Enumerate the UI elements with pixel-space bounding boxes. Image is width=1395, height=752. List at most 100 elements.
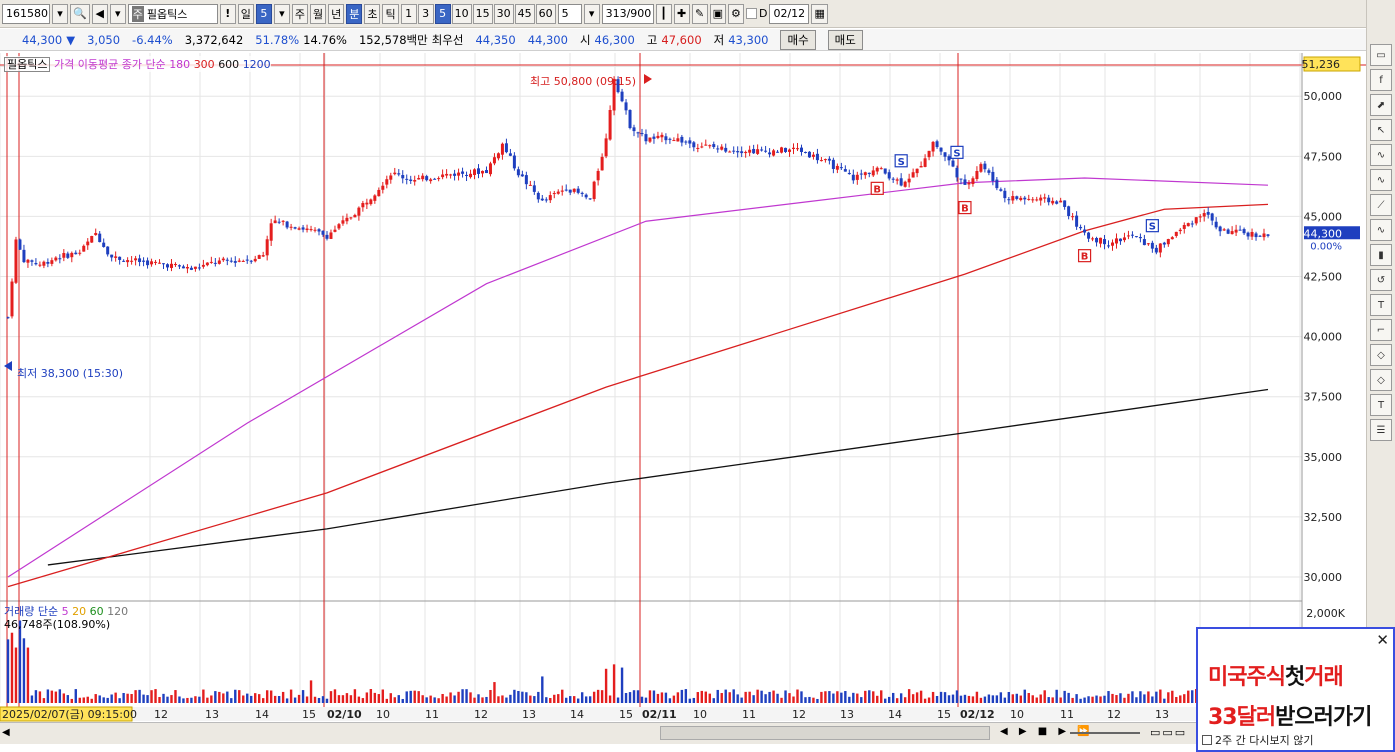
- volume-bar: [74, 689, 77, 703]
- scroll-thumb[interactable]: [660, 726, 990, 740]
- label-icon[interactable]: T: [1370, 394, 1392, 416]
- candle-body: [110, 254, 114, 258]
- interval-dropdown[interactable]: ▾: [583, 3, 600, 24]
- volume-bar: [505, 697, 508, 703]
- candle-body: [114, 256, 118, 258]
- stock-name-field[interactable]: 주 필옵틱스: [127, 3, 218, 24]
- candle-body: [867, 172, 871, 174]
- price-legend: 필옵틱스 가격 이동평균 종가 단순 180 300 600 1200: [4, 56, 271, 72]
- candle-body: [1039, 197, 1043, 201]
- view-buttons[interactable]: ▭▭▭: [1150, 726, 1187, 739]
- pen-icon: ✎: [694, 7, 705, 20]
- crosshair-button[interactable]: ✚: [673, 3, 690, 24]
- corner-icon[interactable]: ⌐: [1370, 319, 1392, 341]
- candle-body: [321, 230, 325, 235]
- rotate-icon[interactable]: ↺: [1370, 269, 1392, 291]
- code-dropdown-button[interactable]: ▾: [52, 3, 68, 24]
- legend-stock-name[interactable]: 필옵틱스: [4, 57, 51, 72]
- volume-bar: [752, 695, 755, 703]
- candle-body: [752, 148, 756, 154]
- interval-3[interactable]: 3: [417, 3, 434, 24]
- speaker-button[interactable]: ◀: [91, 3, 108, 24]
- scroll-left-icon[interactable]: ◀: [2, 727, 10, 738]
- volume-bar: [361, 698, 365, 703]
- volume-bar: [732, 689, 735, 703]
- volume-bar: [844, 691, 847, 703]
- interval-45[interactable]: 45: [514, 3, 535, 24]
- signal-label: B: [1081, 252, 1089, 263]
- indicator-icon[interactable]: ⬈: [1370, 94, 1392, 116]
- stock-code-field[interactable]: 161580: [2, 3, 50, 24]
- date-label: D: [758, 7, 768, 20]
- candle-body: [823, 159, 827, 161]
- save-button[interactable]: ▣: [709, 3, 726, 24]
- candle-body: [716, 148, 720, 150]
- bar-count-field[interactable]: 313/900: [601, 3, 654, 24]
- date-checkbox[interactable]: [745, 8, 757, 19]
- candle-icon[interactable]: ▮: [1370, 244, 1392, 266]
- candle-body: [1079, 226, 1083, 229]
- chart-scrollbar[interactable]: ◀ ◀ ▶ ■ ▶ ⏩ ▭▭▭: [0, 722, 1196, 744]
- x-tick-label: 14: [255, 708, 269, 721]
- x-tick-label: 10: [376, 708, 390, 721]
- interval-60[interactable]: 60: [535, 3, 556, 24]
- formula-icon[interactable]: f: [1370, 69, 1392, 91]
- eraser-all-icon[interactable]: ◇: [1370, 369, 1392, 391]
- candle-body: [692, 142, 696, 148]
- candle-type-button[interactable]: ┃: [655, 3, 672, 24]
- eraser-icon[interactable]: ◇: [1370, 344, 1392, 366]
- volume-bar: [401, 698, 404, 703]
- interval-input[interactable]: 5: [557, 3, 582, 24]
- interval-15[interactable]: 15: [472, 3, 493, 24]
- legend-ma600: 600: [218, 58, 240, 71]
- auto-line-icon[interactable]: ⟋: [1370, 194, 1392, 216]
- search-button[interactable]: 🔍: [70, 3, 90, 24]
- candle-icon: ┃: [660, 7, 667, 20]
- wave-icon[interactable]: ∿: [1370, 219, 1392, 241]
- window-icon[interactable]: ▭: [1370, 44, 1392, 66]
- close-icon[interactable]: ✕: [1376, 631, 1389, 649]
- pointer-icon[interactable]: ↖: [1370, 119, 1392, 141]
- volume-bar: [14, 647, 18, 703]
- period-second[interactable]: 초: [364, 3, 381, 24]
- line-icon[interactable]: ∿: [1370, 169, 1392, 191]
- sell-button[interactable]: 매도: [827, 29, 863, 50]
- candle-body: [1254, 233, 1258, 238]
- y-tick-label: 45,000: [1304, 210, 1343, 223]
- date-field[interactable]: 02/12: [769, 3, 810, 24]
- interval-30[interactable]: 30: [493, 3, 514, 24]
- settings-button[interactable]: ⚙: [727, 3, 744, 24]
- volume-bar: [186, 697, 189, 703]
- list-icon[interactable]: ☰: [1370, 419, 1392, 441]
- period-count-field[interactable]: 5: [255, 3, 272, 24]
- period-count-dropdown[interactable]: ▾: [273, 3, 290, 24]
- calendar-button[interactable]: ▦: [811, 3, 828, 24]
- candle-body: [245, 259, 249, 261]
- interval-10[interactable]: 10: [451, 3, 472, 24]
- x-tick-label: 13: [205, 708, 219, 721]
- candle-body: [1103, 239, 1107, 245]
- volume-bar: [1123, 697, 1126, 703]
- zoom-slider[interactable]: [1070, 732, 1140, 734]
- interval-5[interactable]: 5: [434, 3, 451, 24]
- volume-bar: [413, 690, 416, 703]
- trend-icon[interactable]: ∿: [1370, 144, 1392, 166]
- period-tick[interactable]: 틱: [382, 3, 399, 24]
- period-day[interactable]: 일: [237, 3, 254, 24]
- period-minute[interactable]: 분: [346, 3, 363, 24]
- speaker-dropdown[interactable]: ▾: [109, 3, 126, 24]
- buy-button[interactable]: 매수: [780, 29, 816, 50]
- volume-bar: [134, 690, 137, 703]
- alert-button[interactable]: !: [219, 3, 236, 24]
- ad-dont-show[interactable]: 2주 간 다시보지 않기: [1202, 732, 1313, 748]
- period-week[interactable]: 주: [291, 3, 308, 24]
- period-year[interactable]: 년: [328, 3, 345, 24]
- period-month[interactable]: 월: [309, 3, 327, 24]
- price-chart[interactable]: 51,236 50,000 47,500 45,000 42,500 40,000 37,5…: [0, 53, 1366, 746]
- draw-button[interactable]: ✎: [691, 3, 708, 24]
- interval-1[interactable]: 1: [400, 3, 417, 24]
- dont-show-checkbox[interactable]: [1202, 735, 1212, 745]
- text-icon[interactable]: T: [1370, 294, 1392, 316]
- ad-popup[interactable]: ✕ 미국주식첫거래 33달러받으러가기 2주 간 다시보지 않기: [1196, 627, 1395, 752]
- candle-body: [18, 239, 22, 250]
